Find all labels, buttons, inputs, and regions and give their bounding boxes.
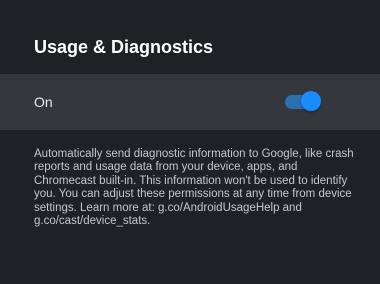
switch-knob (301, 91, 321, 111)
usage-diagnostics-screen: Usage & Diagnostics On Automatically sen… (0, 0, 380, 284)
toggle-label: On (34, 94, 53, 110)
usage-diagnostics-switch[interactable] (285, 91, 321, 113)
description-text: Automatically send diagnostic informatio… (34, 148, 354, 228)
usage-diagnostics-toggle-row[interactable]: On (0, 74, 380, 130)
page-title: Usage & Diagnostics (34, 37, 214, 57)
header: Usage & Diagnostics (0, 0, 380, 74)
